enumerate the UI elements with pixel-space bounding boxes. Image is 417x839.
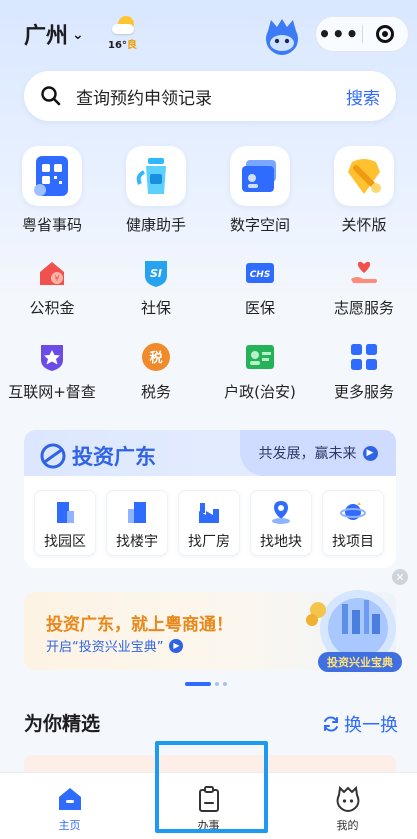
service-digital-space[interactable]: 数字空间 [208, 146, 312, 235]
tab-mine[interactable]: 我的 [278, 773, 417, 839]
weather-temp: 16° [108, 40, 127, 51]
qr-code-icon [22, 146, 82, 206]
cloud-icon [112, 24, 134, 34]
close-target-icon[interactable] [362, 25, 408, 43]
service-household[interactable]: 户政(治安) [208, 342, 312, 402]
land-pin-icon [272, 501, 290, 524]
close-banner-icon[interactable]: ✕ [392, 569, 408, 585]
find-factory-button[interactable]: 找厂房 [178, 490, 240, 556]
household-card-icon [245, 342, 275, 372]
care-ribbon-icon [334, 146, 394, 206]
tower-building-icon [128, 502, 146, 523]
invest-slogan-link[interactable]: 共发展，赢未来 ▶ [240, 430, 396, 476]
featured-services: 粤省事码 健康助手 数字空间 关怀版 [0, 146, 417, 235]
treasure-book-badge[interactable]: 投资兴业宝典 [288, 586, 408, 678]
mini-program-capsule: ••• [315, 16, 409, 52]
invest-guangdong-card: 投资广东 共发展，赢未来 ▶ 找园区 找楼宇 找厂房 找地块 找项目 [24, 430, 396, 568]
service-volunteer[interactable]: 志愿服务 [312, 258, 416, 318]
badge-label: 投资兴业宝典 [327, 655, 393, 669]
service-tax[interactable]: 税 税务 [104, 342, 208, 402]
chevron-right-icon: ▶ [362, 445, 378, 461]
digital-space-icon [230, 146, 290, 206]
banner-link[interactable]: 开启“投资兴业宝典” ▶ [46, 636, 184, 655]
factory-icon [199, 503, 219, 523]
find-tower-button[interactable]: 找楼宇 [106, 490, 168, 556]
invest-shortcuts: 找园区 找楼宇 找厂房 找地块 找项目 [34, 490, 384, 556]
banner-headline: 投资广东，就上粤商通！ [46, 615, 233, 635]
tab-home[interactable]: 主页 [0, 773, 139, 839]
svg-text:¥: ¥ [54, 274, 59, 283]
search-bar[interactable]: 查询预约申领记录 搜索 [24, 71, 396, 121]
city-selector[interactable]: 广州 ⌄ [24, 18, 84, 50]
pager-dot [215, 682, 219, 686]
social-security-icon: SI [141, 258, 171, 288]
more-dots-icon[interactable]: ••• [316, 24, 362, 44]
service-medical-insurance[interactable]: CHS 医保 [208, 258, 312, 318]
tax-icon: 税 [141, 342, 171, 372]
supervision-star-icon [37, 342, 67, 372]
invest-logo-icon [40, 443, 66, 469]
svg-text:SI: SI [150, 267, 162, 280]
search-placeholder[interactable]: 查询预约申领记录 [76, 84, 346, 109]
medical-insurance-icon: CHS [245, 258, 275, 288]
service-care-edition[interactable]: 关怀版 [312, 146, 416, 235]
city-name: 广州 [24, 24, 69, 49]
search-button[interactable]: 搜索 [346, 84, 380, 109]
housing-fund-icon: ¥ [37, 258, 67, 288]
tab-services[interactable]: 办事 [139, 773, 278, 839]
pager-dot-active [185, 682, 211, 686]
clipboard-icon [198, 786, 219, 812]
services-row-2: 互联网+督查 税 税务 户政(治安) 更多服务 [0, 342, 417, 402]
health-bottle-icon [126, 146, 186, 206]
chevron-right-icon: ▶ [169, 638, 184, 653]
service-more[interactable]: 更多服务 [312, 342, 416, 402]
refresh-button[interactable]: 换一换 [322, 711, 398, 737]
more-grid-icon [349, 342, 379, 372]
svg-text:税: 税 [149, 350, 162, 366]
banner-pager [185, 682, 227, 686]
chevron-down-icon: ⌄ [72, 27, 84, 43]
mascot-icon[interactable] [262, 17, 302, 57]
pager-dot [223, 682, 227, 686]
invest-title[interactable]: 投资广东 [40, 441, 156, 471]
profile-mascot-icon [336, 785, 359, 813]
search-icon [41, 86, 61, 106]
project-planet-icon [340, 502, 366, 520]
park-building-icon [57, 502, 74, 523]
find-project-button[interactable]: 找项目 [322, 490, 384, 556]
service-yss-code[interactable]: 粤省事码 [0, 146, 104, 235]
refresh-icon [324, 716, 338, 732]
service-social-security[interactable]: SI 社保 [104, 258, 208, 318]
section-title: 为你精选 [24, 713, 101, 735]
service-housing-fund[interactable]: ¥ 公积金 [0, 258, 104, 318]
home-icon [58, 788, 81, 810]
air-quality: 良 [126, 40, 137, 51]
top-bar: 广州 ⌄ 16°良 ••• [0, 0, 417, 70]
bottom-tab-bar: 主页 办事 我的 [0, 772, 417, 839]
find-park-button[interactable]: 找园区 [34, 490, 96, 556]
svg-text:CHS: CHS [250, 270, 271, 280]
services-row-1: ¥ 公积金 SI 社保 CHS 医保 志愿服务 [0, 258, 417, 318]
volunteer-hand-icon [349, 258, 379, 288]
service-internet-supervision[interactable]: 互联网+督查 [0, 342, 104, 402]
service-health-assistant[interactable]: 健康助手 [104, 146, 208, 235]
find-land-button[interactable]: 找地块 [250, 490, 312, 556]
weather-widget[interactable]: 16°良 [108, 14, 142, 52]
